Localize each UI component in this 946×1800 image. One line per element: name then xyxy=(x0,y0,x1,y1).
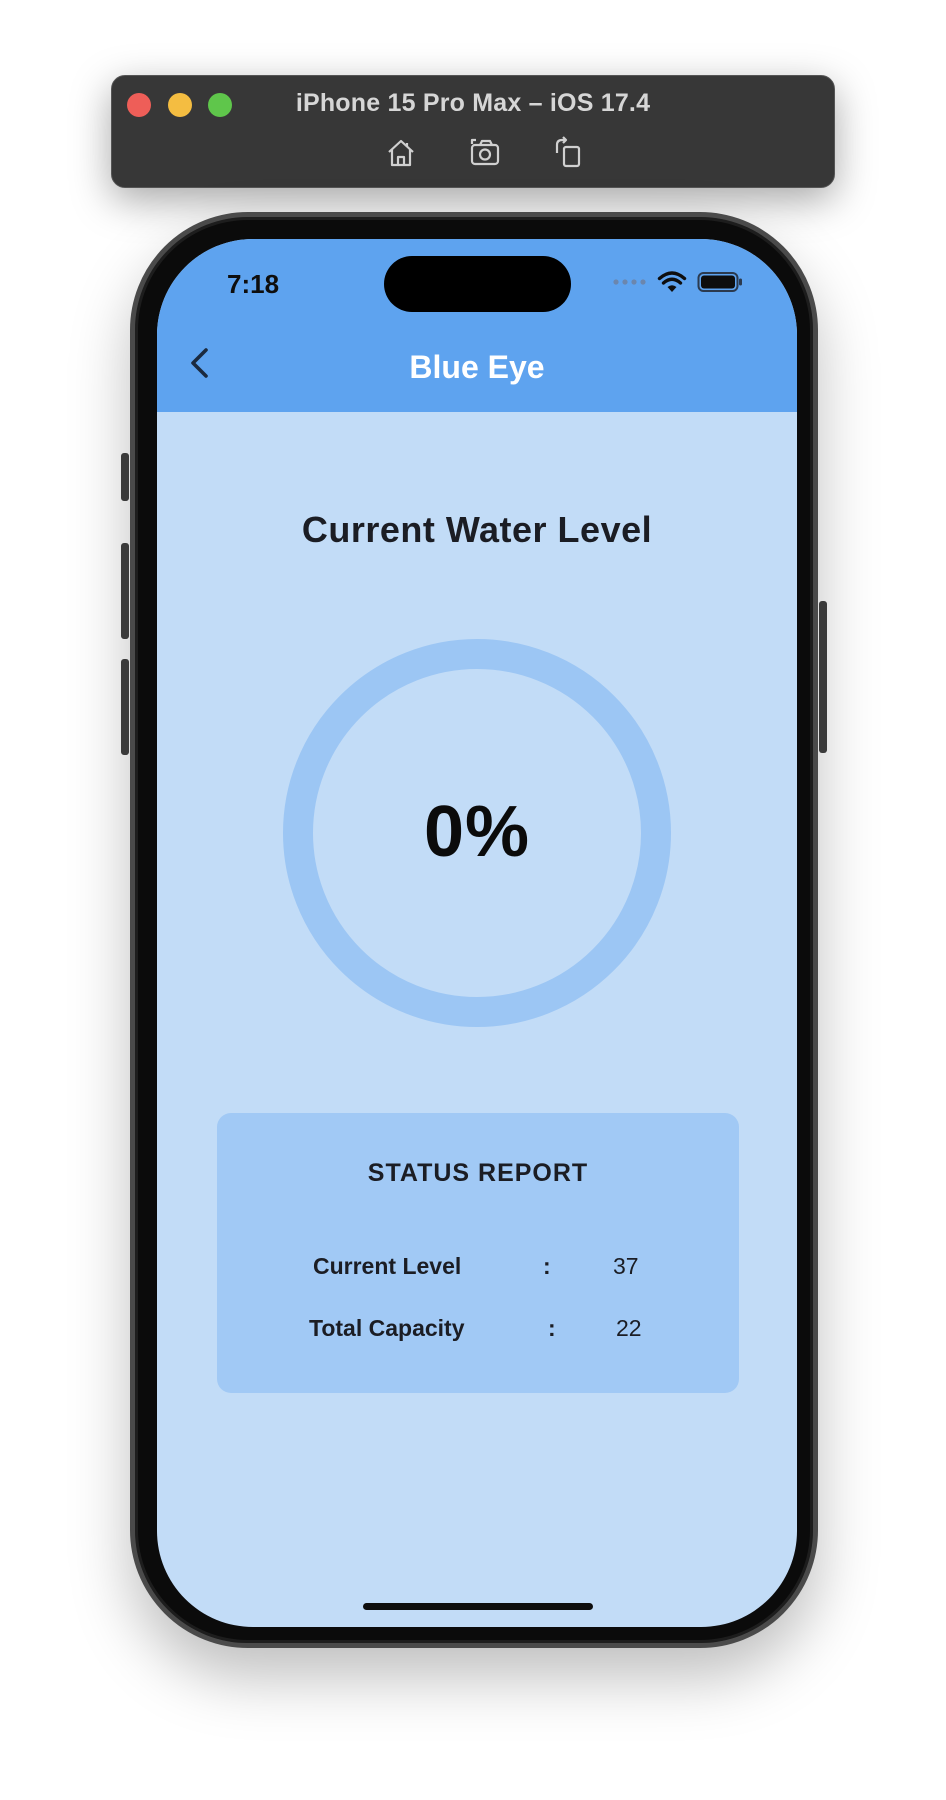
status-row-total-capacity: Total Capacity : 22 xyxy=(217,1315,739,1349)
status-row-value: 22 xyxy=(616,1315,642,1341)
home-indicator[interactable] xyxy=(363,1603,593,1610)
status-report-card: STATUS REPORT Current Level : 37 Total C… xyxy=(217,1113,739,1393)
simulator-toolbar: iPhone 15 Pro Max – iOS 17.4 xyxy=(111,75,835,188)
app-header: 7:18 Blue Eye xyxy=(157,239,797,412)
wifi-icon xyxy=(657,271,687,292)
gauge-value: 0% xyxy=(423,792,531,872)
battery-icon xyxy=(697,272,742,292)
status-time: 7:18 xyxy=(227,269,280,299)
status-row-separator: : xyxy=(548,1315,556,1341)
home-icon[interactable] xyxy=(384,136,418,170)
screenshot-icon[interactable] xyxy=(469,136,503,170)
status-icons xyxy=(613,270,743,294)
power-button xyxy=(819,601,827,753)
status-row-label: Current Level xyxy=(313,1253,462,1279)
status-row-value: 37 xyxy=(613,1253,639,1279)
status-report-title: STATUS REPORT xyxy=(367,1159,589,1187)
cellular-signal-icon xyxy=(613,279,646,285)
water-level-gauge: 0% xyxy=(283,639,671,1027)
dynamic-island xyxy=(384,256,571,312)
status-row-current-level: Current Level : 37 xyxy=(217,1253,739,1287)
simulator-title: iPhone 15 Pro Max – iOS 17.4 xyxy=(295,89,651,117)
action-button xyxy=(121,453,129,501)
volume-up-button xyxy=(121,543,129,639)
app-screen: 7:18 Blue Eye Current Water Level 0% STA… xyxy=(157,239,797,1627)
page-title: Current Water Level xyxy=(301,509,653,550)
status-row-label: Total Capacity xyxy=(309,1315,465,1341)
rotate-icon[interactable] xyxy=(551,136,585,170)
status-row-separator: : xyxy=(543,1253,551,1279)
header-title: Blue Eye xyxy=(409,349,545,385)
iphone-device-frame: 7:18 Blue Eye Current Water Level 0% STA… xyxy=(121,212,827,1648)
volume-down-button xyxy=(121,659,129,755)
